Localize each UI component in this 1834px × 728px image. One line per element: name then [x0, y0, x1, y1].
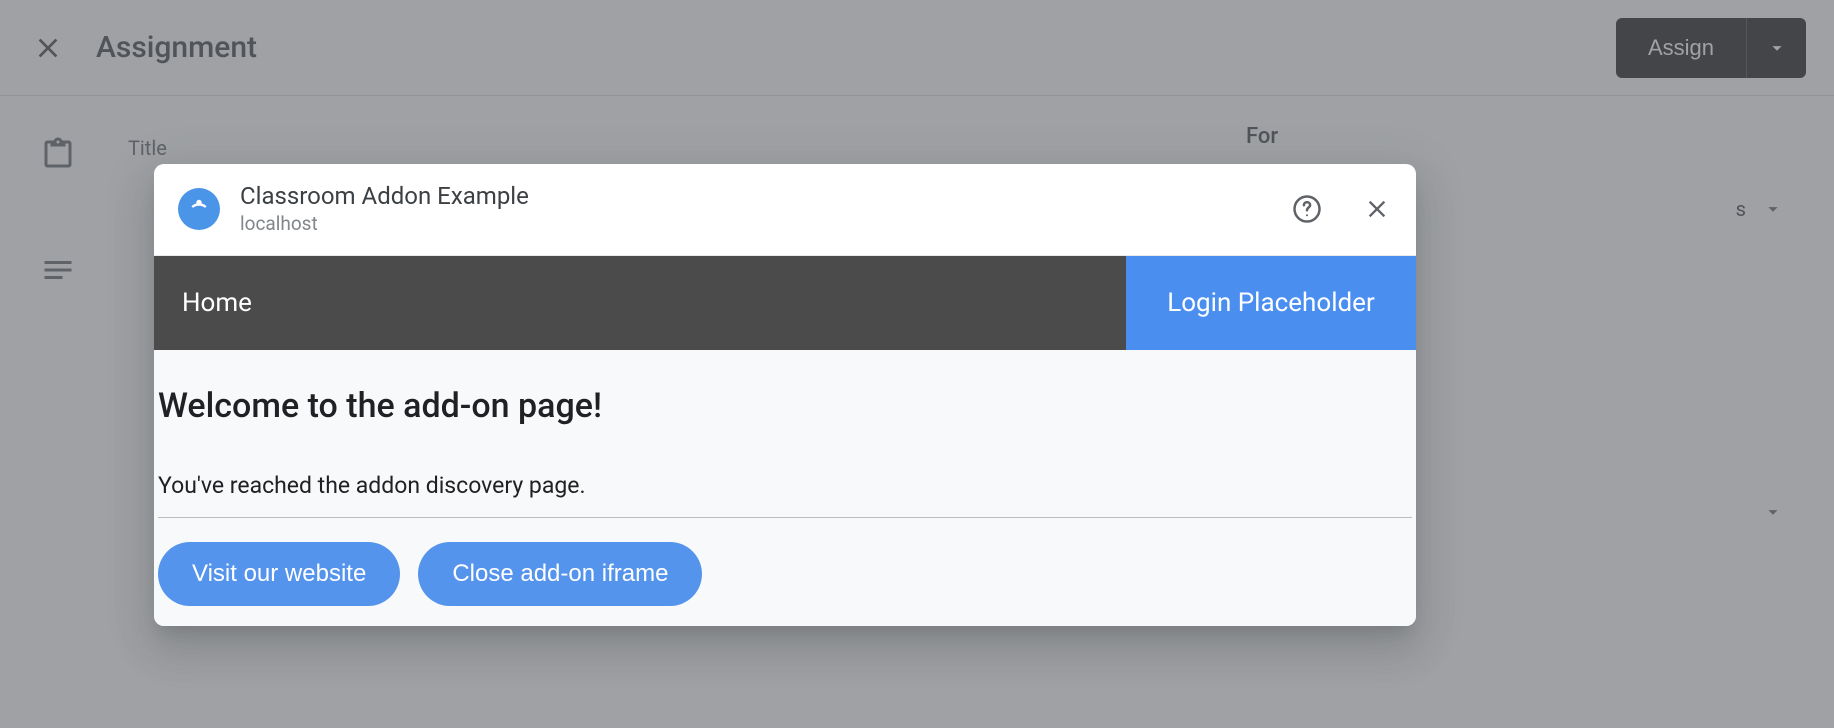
modal-header: Classroom Addon Example localhost: [154, 164, 1416, 255]
addon-content-area: Welcome to the add-on page! You've reach…: [154, 350, 1416, 626]
welcome-description: You've reached the addon discovery page.: [158, 472, 1412, 499]
help-button[interactable]: [1292, 194, 1322, 224]
nav-home-link[interactable]: Home: [154, 256, 1126, 350]
addon-button-row: Visit our website Close add-on iframe: [158, 542, 1412, 606]
modal-title: Classroom Addon Example: [240, 182, 1272, 210]
modal-title-block: Classroom Addon Example localhost: [240, 182, 1272, 235]
help-circle-icon: [1292, 194, 1322, 224]
close-icon: [1363, 195, 1391, 223]
modal-body: Home Login Placeholder Welcome to the ad…: [154, 255, 1416, 626]
modal-header-actions: [1292, 194, 1392, 224]
modal-subtitle: localhost: [240, 212, 1272, 235]
person-arms-up-icon: [186, 196, 212, 222]
close-iframe-button[interactable]: Close add-on iframe: [418, 542, 702, 606]
addon-nav-bar: Home Login Placeholder: [154, 256, 1416, 350]
nav-login-link[interactable]: Login Placeholder: [1126, 256, 1416, 350]
addon-app-icon: [178, 188, 220, 230]
content-divider: [158, 517, 1412, 518]
close-modal-button[interactable]: [1362, 194, 1392, 224]
addon-modal: Classroom Addon Example localhost Home L…: [154, 164, 1416, 626]
welcome-heading: Welcome to the add-on page!: [158, 386, 1412, 426]
visit-website-button[interactable]: Visit our website: [158, 542, 400, 606]
